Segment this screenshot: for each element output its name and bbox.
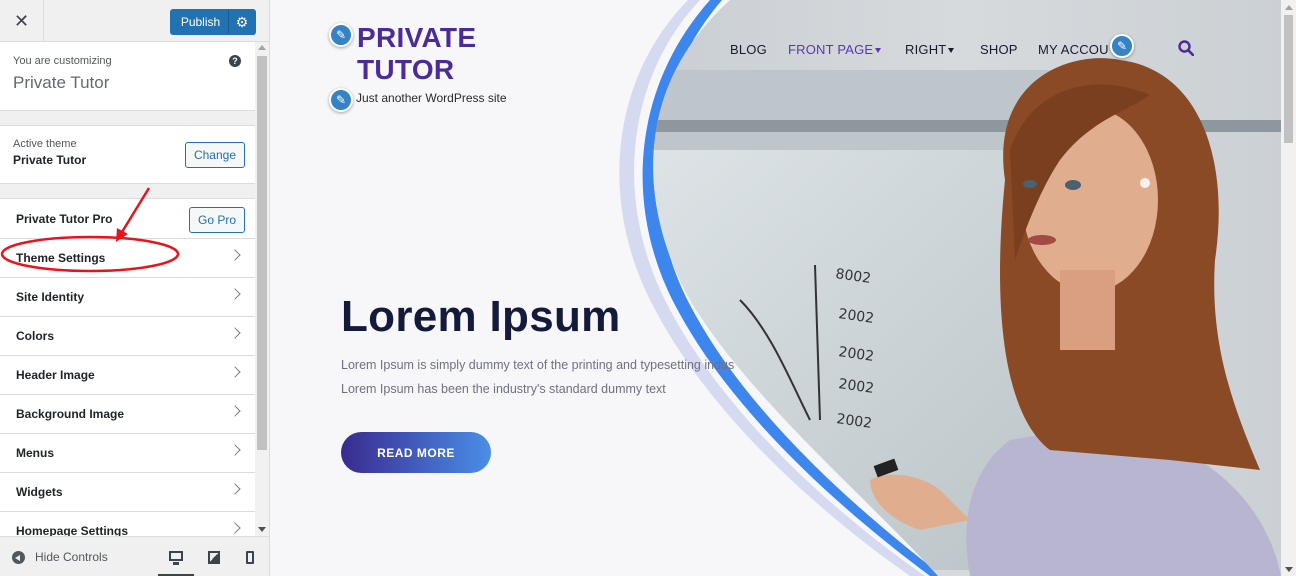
section-menus[interactable]: Menus <box>0 434 255 473</box>
section-label: Site Identity <box>16 290 85 304</box>
section-homepage-settings[interactable]: Homepage Settings <box>0 512 255 536</box>
preview-desktop-button[interactable] <box>158 537 194 576</box>
hero-text-line1: Lorem Ipsum is simply dummy text of the … <box>341 358 735 372</box>
site-preview: 8002 2002 2002 2002 2002 ✎ PRIVATE TUTOR… <box>270 0 1296 576</box>
site-logo-title[interactable]: PRIVATE TUTOR <box>357 22 476 86</box>
hero-text-line2: Lorem Ipsum has been the industry's stan… <box>341 382 666 396</box>
section-label: Theme Settings <box>16 251 106 265</box>
site-title-line2: TUTOR <box>357 54 455 85</box>
mobile-icon <box>246 550 254 564</box>
section-private-tutor-pro: Private Tutor Pro Go Pro <box>0 198 255 239</box>
help-icon[interactable]: ? <box>229 55 241 67</box>
site-title-line1: PRIVATE <box>357 22 477 53</box>
caret-down-icon <box>875 48 882 54</box>
scroll-thumb[interactable] <box>1284 15 1293 143</box>
preview-scrollbar[interactable] <box>1281 0 1296 576</box>
edit-menu-pencil-icon[interactable]: ✎ <box>1110 34 1134 58</box>
chevron-right-icon <box>229 405 241 417</box>
close-customizer-button[interactable]: ✕ <box>0 0 44 42</box>
hero-description: Lorem Ipsum is simply dummy text of the … <box>341 353 761 401</box>
search-icon[interactable] <box>1178 40 1194 56</box>
customizer-footer: Hide Controls <box>0 536 269 576</box>
chevron-right-icon <box>229 444 241 456</box>
customizing-label: You are customizing <box>13 55 112 67</box>
caret-down-icon <box>948 48 955 54</box>
sidebar-scrollbar[interactable] <box>255 42 269 536</box>
scroll-down-arrow-icon[interactable] <box>258 527 266 532</box>
chevron-right-icon <box>229 366 241 378</box>
customizer-topbar: ✕ Publish ⚙ <box>0 0 269 42</box>
publish-settings-gear-icon[interactable]: ⚙ <box>228 10 255 34</box>
hide-controls-label: Hide Controls <box>35 550 108 564</box>
preview-tablet-button[interactable] <box>196 537 232 576</box>
section-label: Background Image <box>16 407 125 421</box>
section-label: Widgets <box>16 485 63 499</box>
section-label: Private Tutor Pro <box>16 211 113 226</box>
scroll-down-arrow-icon[interactable] <box>1285 567 1293 572</box>
desktop-icon <box>169 550 183 565</box>
nav-front-page[interactable]: FRONT PAGE <box>788 42 882 57</box>
nav-shop[interactable]: SHOP <box>980 42 1018 57</box>
tablet-icon <box>208 550 220 564</box>
chevron-right-icon <box>229 288 241 300</box>
hide-controls-button[interactable]: Hide Controls <box>12 550 108 564</box>
section-widgets[interactable]: Widgets <box>0 473 255 512</box>
section-label: Colors <box>16 329 55 343</box>
chevron-right-icon <box>229 249 241 261</box>
publish-button[interactable]: Publish <box>171 15 228 29</box>
chevron-right-icon <box>229 327 241 339</box>
customize-info: You are customizing Private Tutor ? <box>0 42 255 111</box>
collapse-arrow-icon <box>12 550 25 564</box>
section-colors[interactable]: Colors <box>0 317 255 356</box>
section-label: Header Image <box>16 368 95 382</box>
section-header-image[interactable]: Header Image <box>0 356 255 395</box>
section-label: Menus <box>16 446 55 460</box>
chevron-right-icon <box>229 483 241 495</box>
edit-title-pencil-icon[interactable]: ✎ <box>329 23 353 47</box>
go-pro-button[interactable]: Go Pro <box>189 207 245 233</box>
customizer-sidebar: ✕ Publish ⚙ You are customizing Private … <box>0 0 270 576</box>
site-tagline: Just another WordPress site <box>356 91 507 105</box>
nav-my-account[interactable]: MY ACCOU <box>1038 42 1109 57</box>
scroll-thumb[interactable] <box>257 56 267 450</box>
section-theme-settings[interactable]: Theme Settings <box>0 239 255 278</box>
preview-mobile-button[interactable] <box>232 537 268 576</box>
customizer-window: ✕ Publish ⚙ You are customizing Private … <box>0 0 1296 576</box>
section-background-image[interactable]: Background Image <box>0 395 255 434</box>
chevron-right-icon <box>229 522 241 534</box>
scroll-up-arrow-icon[interactable] <box>1285 5 1293 10</box>
section-label: Homepage Settings <box>16 524 129 536</box>
nav-right[interactable]: RIGHT <box>905 42 955 57</box>
customizer-panel: You are customizing Private Tutor ? Acti… <box>0 42 255 536</box>
nav-blog[interactable]: BLOG <box>730 42 767 57</box>
site-title-label: Private Tutor <box>13 73 110 92</box>
read-more-button[interactable]: READ MORE <box>341 432 491 473</box>
scroll-up-arrow-icon[interactable] <box>258 45 266 50</box>
publish-button-group: Publish ⚙ <box>170 9 256 35</box>
edit-tagline-pencil-icon[interactable]: ✎ <box>329 88 353 112</box>
hero-title: Lorem Ipsum <box>341 292 621 341</box>
active-theme-section: Active theme Private Tutor Change <box>0 125 255 184</box>
section-site-identity[interactable]: Site Identity <box>0 278 255 317</box>
hero-photo-shape: 8002 2002 2002 2002 2002 <box>619 0 1281 576</box>
change-theme-button[interactable]: Change <box>185 142 245 168</box>
